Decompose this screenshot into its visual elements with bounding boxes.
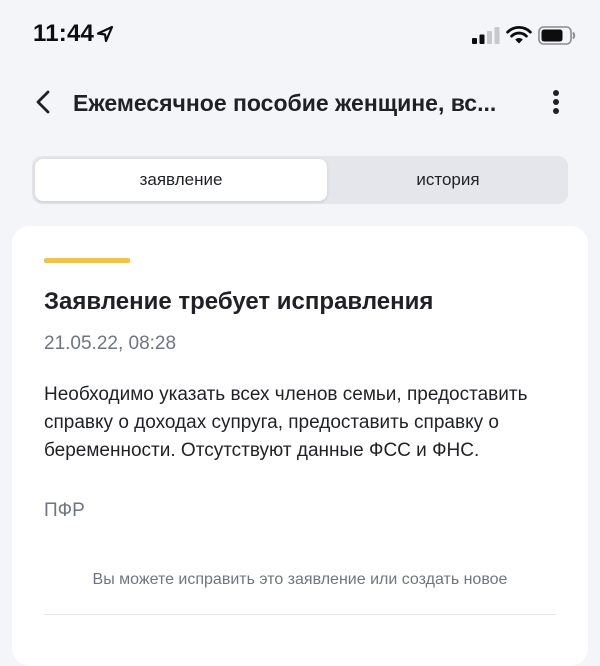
divider (44, 614, 556, 615)
segmented-control: заявление история (32, 156, 568, 204)
status-title: Заявление требует исправления (44, 288, 434, 315)
status-date: 21.05.22, 08:28 (44, 333, 177, 354)
location-arrow-icon (96, 25, 114, 43)
tab-application[interactable]: заявление (35, 159, 327, 201)
status-message: Необходимо указать всех членов семьи, пр… (44, 384, 528, 461)
cellular-signal-icon (472, 27, 500, 44)
more-vertical-icon[interactable] (546, 86, 566, 118)
battery-icon (538, 26, 576, 45)
wifi-icon (506, 26, 532, 44)
navigation-bar: Ежемесячное пособие женщине, вс... (0, 72, 600, 136)
status-time: 11:44 (33, 20, 95, 47)
page-title: Ежемесячное пособие женщине, вс... (73, 90, 497, 116)
tab-history[interactable]: история (330, 159, 566, 201)
application-status-card: Заявление требует исправления 21.05.22, … (12, 226, 588, 666)
back-chevron-icon[interactable] (30, 88, 58, 116)
hint-text: Вы можете исправить это заявление или со… (92, 571, 508, 588)
status-bar: 11:44 (0, 0, 600, 72)
organization-label: ПФР (44, 500, 85, 521)
status-indicator (44, 258, 130, 263)
